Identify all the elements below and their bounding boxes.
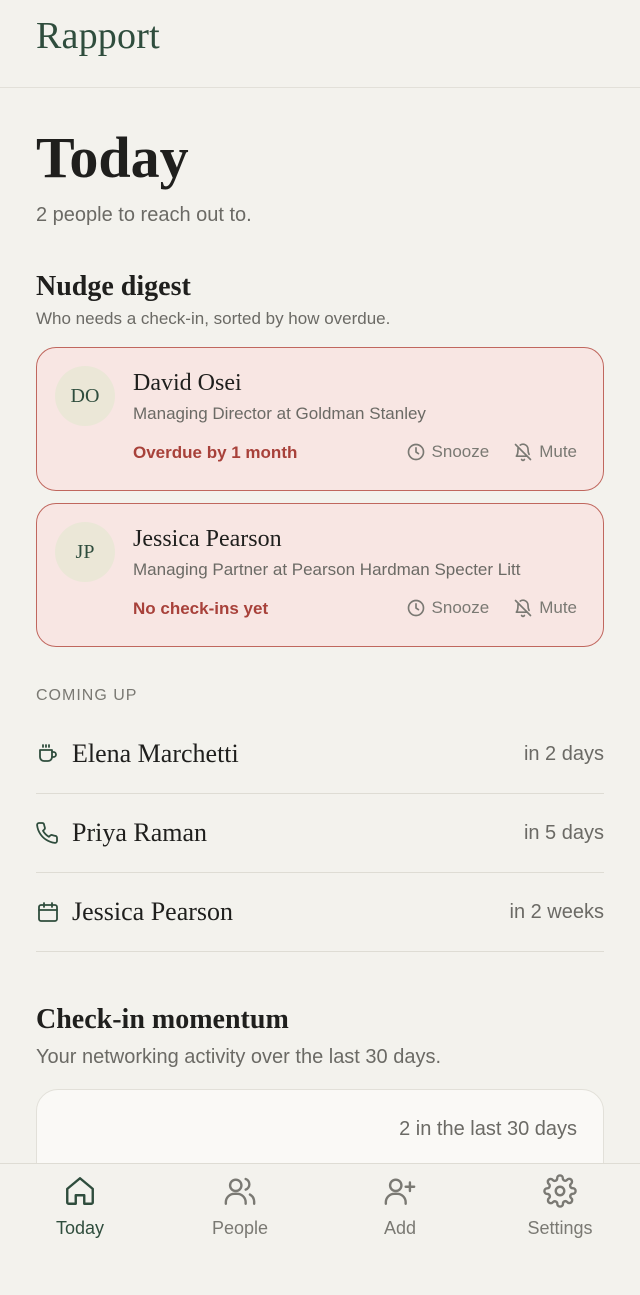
bell-off-icon	[514, 443, 532, 462]
nudge-actions: Snooze Mute	[406, 598, 577, 618]
nav-item-add[interactable]: Add	[320, 1164, 480, 1295]
coming-up-list: Elena Marchetti in 2 days Priya Raman in…	[36, 715, 604, 952]
clock-icon	[407, 599, 424, 617]
bottom-nav: Today People Add Settings	[0, 1163, 640, 1295]
contact-role: Managing Director at Goldman Stanley	[133, 404, 426, 423]
calendar-icon	[38, 902, 58, 922]
momentum-title: Check-in momentum	[36, 1004, 289, 1035]
nav-label: Settings	[527, 1218, 593, 1238]
nudge-digest-subtitle: Who needs a check-in, sorted by how over…	[36, 309, 391, 328]
overdue-status: No check-ins yet	[133, 599, 269, 618]
snooze-button[interactable]: Snooze	[406, 442, 490, 462]
mute-label: Mute	[539, 598, 577, 617]
nav-label: Add	[383, 1218, 417, 1238]
contact-name[interactable]: Jessica Pearson	[133, 526, 282, 553]
nudge-digest-title: Nudge digest	[36, 271, 191, 302]
app-brand[interactable]: Rapport	[36, 14, 604, 58]
people-icon	[224, 1177, 256, 1205]
contact-name: Elena Marchetti	[72, 739, 239, 768]
page-subtitle: 2 people to reach out to.	[36, 204, 252, 226]
snooze-label: Snooze	[431, 598, 490, 617]
nudge-card[interactable]: JP Jessica Pearson Managing Partner at P…	[36, 503, 604, 647]
clock-icon	[407, 443, 424, 461]
contact-name: Priya Raman	[72, 818, 208, 847]
mute-button[interactable]: Mute	[513, 442, 577, 462]
avatar: JP	[55, 522, 115, 582]
list-item[interactable]: Priya Raman in 5 days	[36, 794, 604, 873]
momentum-count: 2 in the last 30 days	[399, 1118, 577, 1140]
gear-icon	[543, 1174, 577, 1208]
page-title: Today	[36, 125, 189, 190]
overdue-status: Overdue by 1 month	[133, 443, 298, 462]
due-time: in 5 days	[523, 821, 604, 844]
nav-label: Today	[55, 1218, 105, 1238]
nudge-actions: Snooze Mute	[406, 442, 577, 462]
snooze-label: Snooze	[431, 442, 490, 461]
contact-name[interactable]: David Osei	[133, 370, 242, 397]
mute-label: Mute	[539, 442, 577, 461]
momentum-subtitle: Your networking activity over the last 3…	[36, 1046, 442, 1068]
coffee-icon	[39, 744, 57, 762]
due-time: in 2 days	[523, 742, 604, 765]
nav-item-today[interactable]: Today	[0, 1164, 160, 1295]
nav-item-people[interactable]: People	[160, 1164, 320, 1295]
coming-up-label: COMING UP	[36, 687, 138, 704]
list-item[interactable]: Jessica Pearson in 2 weeks	[36, 873, 604, 952]
snooze-button[interactable]: Snooze	[406, 598, 490, 618]
due-time: in 2 weeks	[509, 900, 605, 923]
nav-item-settings[interactable]: Settings	[480, 1164, 640, 1295]
nudge-card[interactable]: DO David Osei Managing Director at Goldm…	[36, 347, 604, 491]
avatar: DO	[55, 366, 115, 426]
top-bar: Rapport	[0, 0, 640, 88]
nav-label: People	[211, 1218, 269, 1238]
main-content: Today 2 people to reach out to. Nudge di…	[0, 126, 640, 1209]
home-icon	[66, 1177, 94, 1205]
bell-off-icon	[514, 599, 532, 618]
contact-name: Jessica Pearson	[72, 897, 234, 926]
contact-role: Managing Partner at Pearson Hardman Spec…	[133, 560, 521, 579]
phone-icon	[36, 822, 58, 844]
add-user-icon	[384, 1178, 416, 1205]
mute-button[interactable]: Mute	[513, 598, 577, 618]
list-item[interactable]: Elena Marchetti in 2 days	[36, 715, 604, 794]
